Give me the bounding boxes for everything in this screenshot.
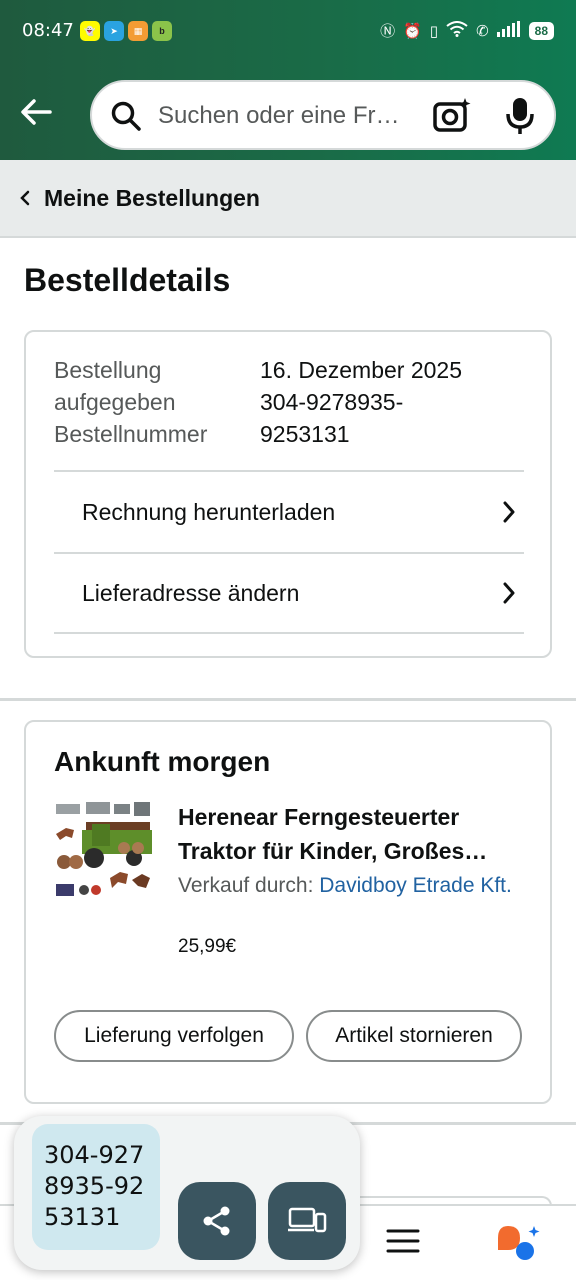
arrow-left-icon	[21, 99, 52, 125]
seller-prefix: Verkauf durch:	[178, 874, 320, 897]
order-number-label: Bestellnummer	[54, 421, 208, 447]
status-bar: 08:47 👻 ➤ ▦ b Ⓝ ⏰ ▯ ✆ 88	[0, 0, 576, 64]
breadcrumb-label[interactable]: Meine Bestellungen	[44, 185, 260, 212]
product-title[interactable]: Herenear Ferngesteuerter Traktor für Kin…	[178, 800, 528, 868]
breadcrumb[interactable]: Meine Bestellungen	[0, 160, 576, 238]
clipboard-line: 53131	[44, 1203, 121, 1231]
shipment-card: Ankunft morgen Herenear Ferngesteuerter …	[24, 720, 552, 1104]
clipboard-preview[interactable]: 304-927 8935-92 53131	[32, 1124, 160, 1250]
microphone-icon[interactable]	[504, 96, 536, 136]
search-input[interactable]: Suchen oder eine Fr…	[158, 102, 418, 130]
order-labels: Bestellung aufgegeben Bestellnummer	[54, 354, 207, 450]
nfc-icon: Ⓝ	[380, 23, 396, 40]
cancel-item-button[interactable]: Artikel stornieren	[306, 1010, 522, 1062]
share-icon	[203, 1206, 230, 1236]
page-title: Bestelldetails	[24, 262, 231, 298]
vibrate-icon: ▯	[429, 22, 439, 40]
order-date-label: Bestellung	[54, 357, 162, 383]
alarm-icon: ⏰	[403, 22, 422, 40]
order-number: 304-9278935-	[260, 389, 404, 415]
clipboard-line: 304-927	[44, 1141, 145, 1169]
arrival-heading: Ankunft morgen	[54, 746, 271, 777]
seller-link[interactable]: Davidboy Etrade Kft.	[319, 874, 512, 897]
signal-icon	[496, 20, 521, 41]
order-date-label-cont: aufgegeben	[54, 389, 176, 415]
menu-icon[interactable]	[386, 1228, 420, 1254]
send-to-device-button[interactable]	[268, 1182, 346, 1260]
chevron-right-icon	[503, 582, 515, 604]
order-values: 16. Dezember 2025 304-9278935- 9253131	[260, 354, 510, 450]
chevron-right-icon	[503, 501, 515, 523]
rufus-assistant-icon[interactable]	[494, 1222, 542, 1264]
search-icon	[111, 101, 141, 131]
snapchat-icon: 👻	[80, 21, 100, 41]
telegram-icon: ➤	[104, 21, 124, 41]
change-address-link[interactable]: Lieferadresse ändern	[54, 552, 524, 634]
download-invoice-link[interactable]: Rechnung herunterladen	[54, 470, 524, 552]
status-app-icons: 👻 ➤ ▦ b	[80, 21, 172, 41]
search-bar[interactable]: Suchen oder eine Fr…	[90, 80, 556, 150]
change-address-label: Lieferadresse ändern	[82, 579, 300, 606]
download-invoice-label: Rechnung herunterladen	[82, 498, 336, 525]
app-header: 08:47 👻 ➤ ▦ b Ⓝ ⏰ ▯ ✆ 88 Suchen oder ein…	[0, 0, 576, 160]
clipboard-overlay: 304-927 8935-92 53131	[14, 1116, 360, 1270]
order-date: 16. Dezember 2025	[260, 357, 463, 383]
share-button[interactable]	[178, 1182, 256, 1260]
chevron-left-icon	[20, 190, 30, 206]
status-indicators: Ⓝ ⏰ ▯ ✆ 88	[380, 20, 554, 41]
clipboard-line: 8935-92	[44, 1172, 145, 1200]
product-image[interactable]	[52, 800, 154, 904]
app-orange-icon: ▦	[128, 21, 148, 41]
call-icon: ✆	[476, 22, 489, 40]
track-package-button[interactable]: Lieferung verfolgen	[54, 1010, 294, 1062]
order-info-card: Bestellung aufgegeben Bestellnummer 16. …	[24, 330, 552, 658]
product-title-line2: Traktor für Kinder, Großes…	[178, 838, 488, 864]
product-title-line1: Herenear Ferngesteuerter	[178, 804, 460, 830]
product-price: 25,99€	[178, 936, 237, 957]
wifi-icon	[446, 20, 468, 41]
app-green-icon: b	[152, 21, 172, 41]
battery-indicator: 88	[528, 21, 554, 40]
status-time: 08:47	[22, 20, 74, 41]
camera-search-icon[interactable]	[432, 96, 472, 134]
order-number-cont: 9253131	[260, 421, 350, 447]
section-divider	[0, 698, 576, 701]
seller-info: Verkauf durch: Davidboy Etrade Kft.	[178, 870, 528, 902]
devices-icon	[288, 1207, 327, 1233]
back-button[interactable]	[14, 90, 58, 134]
